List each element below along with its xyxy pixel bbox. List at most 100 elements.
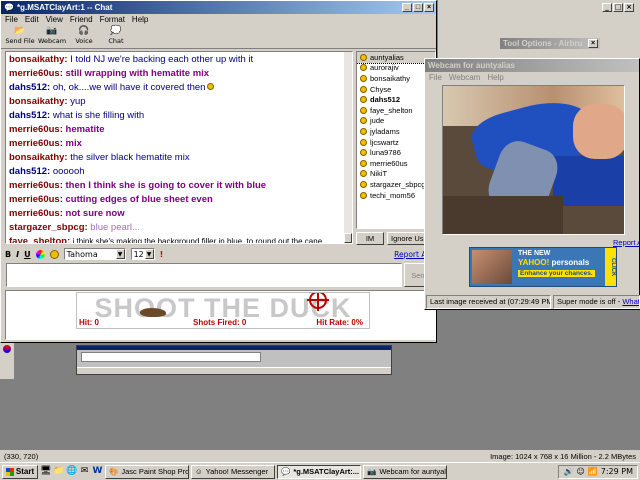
close-button[interactable]: × bbox=[624, 3, 634, 12]
webcam-menu-file[interactable]: File bbox=[429, 73, 442, 82]
emoticon-picker-icon[interactable] bbox=[49, 249, 59, 259]
chevron-down-icon[interactable]: ▼ bbox=[115, 249, 125, 259]
tray-icon[interactable]: ☺ bbox=[576, 467, 584, 476]
user-name: NikiT bbox=[370, 169, 388, 179]
close-button[interactable]: × bbox=[424, 3, 434, 12]
maximize-button[interactable]: □ bbox=[413, 3, 423, 12]
message-author: merrie60us: bbox=[9, 194, 63, 205]
italic-button[interactable]: I bbox=[16, 250, 19, 259]
scrollbar-thumb[interactable] bbox=[344, 233, 352, 243]
message-author: stargazer_sbpcg: bbox=[9, 222, 88, 233]
folder-icon[interactable]: 📁 bbox=[53, 466, 64, 477]
text-color-icon[interactable] bbox=[35, 249, 45, 259]
user-name: dahs512 bbox=[370, 95, 401, 105]
ad-banner-area: SHOOT THE DUCK Hit: 0 Shots Fired: 0 Hit… bbox=[5, 290, 436, 340]
message-text: what is she filling with bbox=[50, 110, 145, 121]
menu-edit[interactable]: Edit bbox=[25, 15, 39, 24]
messenger-icon: ☺ bbox=[195, 467, 203, 476]
ad-line3: Enhance your chances. bbox=[518, 270, 595, 277]
desktop-fragment bbox=[0, 343, 14, 379]
bold-button[interactable]: B bbox=[5, 250, 11, 259]
webcam-menu-webcam[interactable]: Webcam bbox=[449, 73, 480, 82]
tool-options-window[interactable]: Tool Options - Airbru × bbox=[500, 38, 600, 49]
send-file-icon: 📂 bbox=[14, 26, 26, 36]
voice-button[interactable]: 🎧 Voice bbox=[69, 26, 99, 47]
chat-message: bonsaikathy: the silver black hematite m… bbox=[9, 151, 349, 165]
chat-message: merrie60us: then I think she is going to… bbox=[9, 179, 349, 193]
word-icon[interactable]: W bbox=[92, 466, 103, 477]
user-name: Chyse bbox=[370, 84, 392, 94]
chat-message: stargazer_sbpcg: blue pearl... bbox=[9, 221, 349, 235]
super-mode-status: Super mode is off - What's t bbox=[553, 295, 640, 309]
duck-shots-fired: Shots Fired: 0 bbox=[193, 318, 247, 327]
user-status-icon bbox=[360, 53, 367, 61]
paint-shop-pro-workspace: _ □ × bbox=[438, 0, 640, 60]
yahoo-personals-ad[interactable]: THE NEW YAHOO! personals Enhance your ch… bbox=[469, 247, 617, 287]
message-input[interactable] bbox=[6, 263, 402, 287]
message-author: dahs512: bbox=[9, 110, 51, 121]
message-text: oooooh bbox=[50, 166, 85, 177]
chat-message: merrie60us: cutting edges of blue sheet … bbox=[9, 193, 349, 207]
ad-click-button[interactable]: CLICK bbox=[605, 248, 616, 286]
font-name-select[interactable]: Tahoma ▼ bbox=[63, 248, 126, 260]
user-status-icon bbox=[360, 74, 367, 82]
underline-button[interactable]: U bbox=[24, 250, 31, 259]
tray-icon[interactable]: 📶 bbox=[588, 467, 598, 476]
whats-this-link[interactable]: What's t bbox=[622, 297, 639, 306]
webcam-report-abuse-link[interactable]: Report Ab bbox=[613, 238, 640, 247]
chevron-down-icon[interactable]: ▼ bbox=[144, 249, 154, 259]
paint-shop-pro-icon: 🎨 bbox=[109, 467, 119, 476]
task-webcam-window[interactable]: 📷 Webcam for auntyalias bbox=[363, 464, 447, 479]
message-text: blue pearl... bbox=[87, 222, 140, 233]
chat-message-log[interactable]: bonsaikathy: I told NJ we're backing eac… bbox=[5, 51, 353, 244]
maximize-button[interactable]: □ bbox=[613, 3, 623, 12]
message-author: bonsaikathy: bbox=[9, 96, 68, 107]
user-name: faye_shelton bbox=[370, 105, 413, 115]
message-text: cutting edges of blue sheet even bbox=[62, 194, 213, 205]
message-text: then I think she is going to cover it wi… bbox=[62, 180, 267, 191]
task-label: Webcam for auntyalias bbox=[379, 467, 446, 476]
task-chat-window[interactable]: 💬 *g.MSATClayArt:... bbox=[277, 464, 361, 479]
message-author: bonsaikathy: bbox=[9, 54, 68, 65]
task-label: *g.MSATClayArt:... bbox=[293, 467, 360, 476]
webcam-menu-bar: File Webcam Help bbox=[425, 72, 639, 83]
webcam-button[interactable]: 📷 Webcam bbox=[37, 26, 67, 47]
user-status-icon bbox=[360, 64, 367, 72]
webcam-icon: 📷 bbox=[367, 467, 377, 476]
menu-help[interactable]: Help bbox=[132, 15, 148, 24]
task-paint-shop-pro[interactable]: 🎨 Jasc Paint Shop Pro -... bbox=[105, 464, 189, 479]
message-log-scrollbar[interactable] bbox=[344, 52, 352, 243]
tool-options-close-button[interactable]: × bbox=[588, 39, 598, 48]
user-name: auntyalias bbox=[370, 52, 404, 62]
chat-title-bar[interactable]: 💬 *g.MSATClayArt:1 -- Chat _ □ × bbox=[1, 1, 436, 14]
browser-icon[interactable]: 🌐 bbox=[66, 466, 77, 477]
minimize-button[interactable]: _ bbox=[402, 3, 412, 12]
tray-icon[interactable]: 🔊 bbox=[563, 467, 573, 476]
start-label: Start bbox=[15, 467, 35, 476]
menu-view[interactable]: View bbox=[46, 15, 63, 24]
webcam-menu-help[interactable]: Help bbox=[487, 73, 503, 82]
font-name-value: Tahoma bbox=[66, 249, 98, 259]
send-file-button[interactable]: 📂 Send File bbox=[5, 26, 35, 47]
message-text: mix bbox=[62, 138, 82, 149]
menu-friend[interactable]: Friend bbox=[70, 15, 93, 24]
menu-format[interactable]: Format bbox=[100, 15, 125, 24]
exclamation-icon[interactable]: ! bbox=[160, 250, 164, 259]
task-yahoo-messenger[interactable]: ☺ Yahoo! Messenger bbox=[191, 464, 275, 479]
user-status-icon bbox=[360, 180, 367, 188]
chat-button[interactable]: 💭 Chat bbox=[101, 26, 131, 47]
message-author: merrie60us: bbox=[9, 180, 63, 191]
menu-file[interactable]: File bbox=[5, 15, 18, 24]
desktop-icon[interactable]: 🖥 bbox=[40, 466, 51, 477]
message-text: hematite bbox=[62, 124, 105, 135]
minimize-button[interactable]: _ bbox=[602, 3, 612, 12]
webcam-title-bar[interactable]: Webcam for auntyalias bbox=[425, 59, 639, 72]
im-button[interactable]: IM bbox=[356, 232, 384, 245]
start-button[interactable]: Start bbox=[2, 464, 38, 479]
font-size-select[interactable]: 12 ▼ bbox=[130, 248, 155, 260]
duck-hit-rate: Hit Rate: 0% bbox=[316, 318, 363, 327]
shoot-the-duck-ad[interactable]: SHOOT THE DUCK Hit: 0 Shots Fired: 0 Hit… bbox=[76, 292, 370, 329]
mail-icon[interactable]: ✉ bbox=[79, 466, 90, 477]
message-author: dahs512: bbox=[9, 166, 51, 177]
chat-message: merrie60us: mix bbox=[9, 137, 349, 151]
